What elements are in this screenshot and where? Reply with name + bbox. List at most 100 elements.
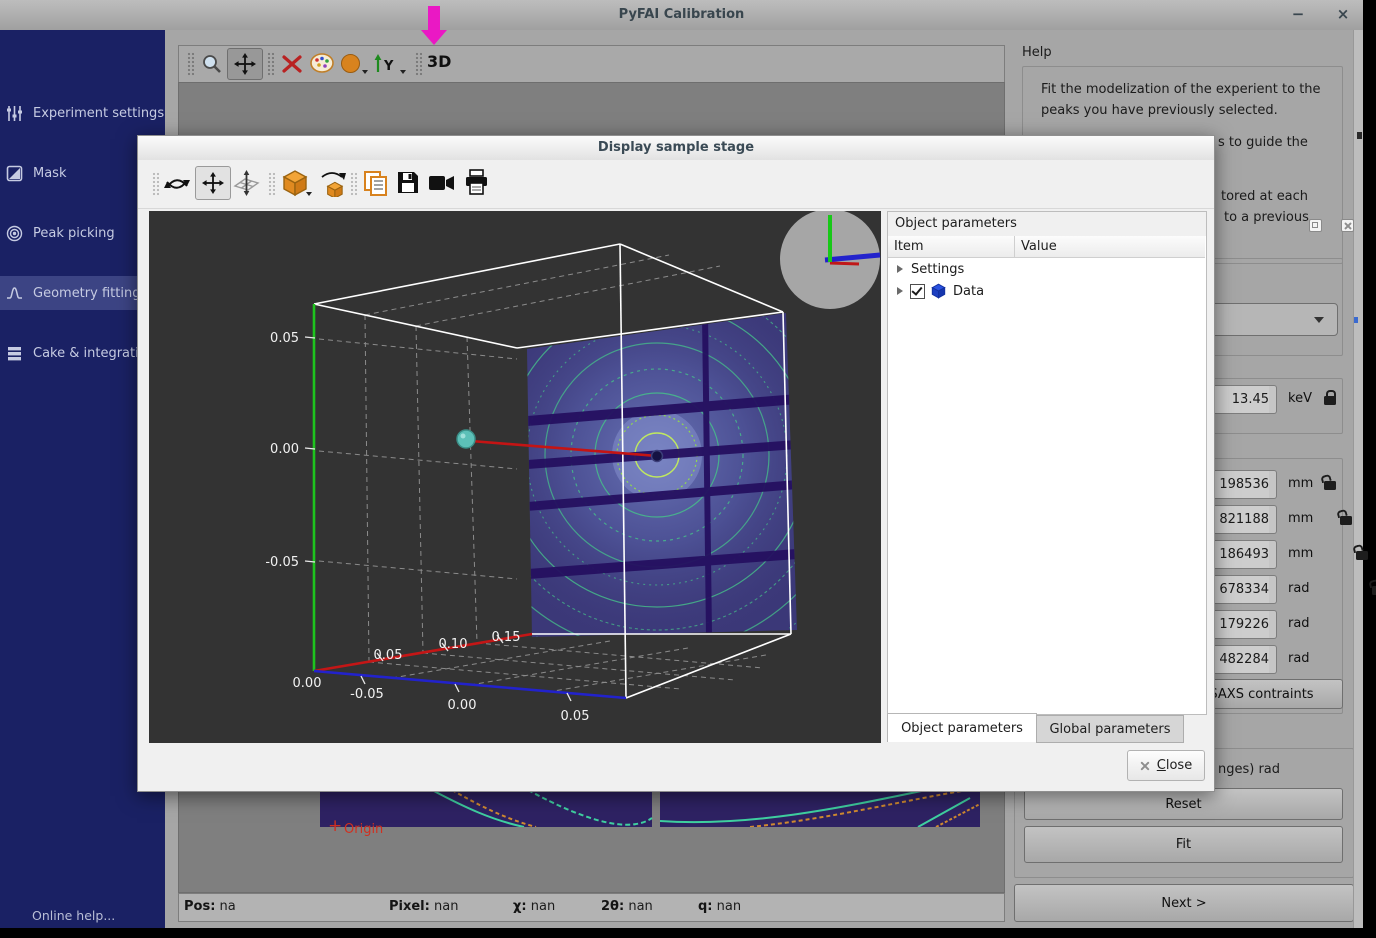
spin-buttons[interactable] [1269, 610, 1277, 639]
bounding-box-caret[interactable] [306, 192, 312, 196]
y-axis-scale-icon[interactable]: Y [371, 53, 397, 75]
pan-view-button[interactable] [195, 166, 231, 200]
z-tick-label: 0.05 [561, 709, 590, 724]
tab-global-parameters[interactable]: Global parameters [1036, 715, 1184, 743]
orientation-gizmo[interactable] [780, 211, 880, 309]
status-q: q: nan [698, 899, 741, 914]
dialog-toolbar [138, 160, 1214, 209]
unit-label: mm [1288, 546, 1313, 561]
lock-icon[interactable] [1324, 481, 1336, 490]
x-tick-label: 0.10 [439, 637, 468, 652]
lock-icon[interactable] [1372, 586, 1376, 595]
spin-buttons[interactable] [1269, 505, 1277, 534]
remove-icon[interactable] [281, 54, 303, 74]
dialog-title: Display sample stage [138, 136, 1214, 160]
column-header-value[interactable]: Value [1015, 236, 1205, 258]
spin-buttons[interactable] [1269, 575, 1277, 604]
rotate-scene-icon[interactable] [318, 170, 346, 197]
origin-marker-cross: + [328, 816, 342, 836]
toolbar-grip[interactable] [187, 52, 194, 76]
data-visibility-checkbox[interactable] [910, 284, 925, 299]
plane-clip-icon[interactable] [233, 170, 260, 196]
scene-3d-view[interactable]: 0.05 0.00 -0.05 0.05 0.10 0.15 0.00 -0.0… [149, 211, 881, 743]
main-toolbar: Y 3D [178, 45, 1005, 83]
view-3d-button[interactable]: 3D [427, 52, 451, 71]
toolbar-grip[interactable] [152, 172, 159, 196]
y-tick-label: 0.05 [270, 331, 299, 346]
sample-sphere-highlight [461, 434, 466, 439]
object-parameters-panel: Object parameters Item Value Settings Da… [887, 211, 1207, 715]
status-2theta: 2θ: nan [601, 899, 653, 914]
geometry-rows: 198536 mm 821188 mm 186493 mm 678334 rad… [0, 0, 93, 15]
pan-button[interactable] [227, 48, 263, 80]
energy-input[interactable]: 13.45 [1206, 385, 1274, 414]
energy-spin-buttons[interactable] [1269, 385, 1277, 414]
energy-lock-icon[interactable] [1324, 396, 1336, 405]
tab-object-parameters[interactable]: Object parameters [887, 713, 1037, 742]
pan-icon [234, 53, 256, 75]
svg-text:Y: Y [383, 59, 394, 74]
colormap-palette-icon[interactable] [309, 52, 335, 74]
spin-buttons[interactable] [1269, 540, 1277, 569]
help-line: Fit the modelization of the experient to… [1041, 82, 1321, 97]
print-icon[interactable] [464, 169, 489, 196]
reset-button[interactable]: Reset [1024, 788, 1343, 820]
layers-icon [6, 345, 23, 362]
statusbar: Pos: na Pixel: nan χ: nan 2θ: nan q: nan [178, 893, 1005, 922]
marker-color-icon[interactable] [341, 54, 360, 73]
zoom-icon[interactable] [201, 53, 223, 75]
expand-arrow-icon[interactable] [897, 287, 903, 295]
toolbar-grip[interactable] [267, 52, 274, 76]
float-panel-icon[interactable] [1309, 219, 1322, 232]
sidebar-item-experiment-settings[interactable]: Experiment settings [0, 96, 171, 130]
spin-buttons[interactable] [1269, 470, 1277, 499]
toolbar-grip[interactable] [415, 52, 422, 76]
toolbar-grip[interactable] [268, 172, 275, 196]
lock-icon[interactable] [1356, 551, 1368, 560]
status-pos: Pos: na [184, 899, 236, 914]
tree-row-data[interactable]: Data [888, 280, 1206, 302]
column-header-item[interactable]: Item [888, 236, 1015, 258]
unit-label: rad [1288, 616, 1310, 631]
save-icon[interactable] [396, 170, 420, 195]
video-record-icon[interactable] [428, 174, 456, 192]
sidebar-item-label: Mask [33, 166, 66, 181]
panel-title: Object parameters [888, 216, 1017, 231]
dialog-titlebar[interactable]: Display sample stage [138, 136, 1214, 161]
scrollbar-mark [1357, 132, 1362, 139]
poni2-input[interactable]: 186493 [1206, 540, 1274, 569]
energy-unit: keV [1288, 391, 1312, 406]
close-button[interactable]: × [1333, 0, 1353, 28]
close-panel-icon[interactable] [1341, 219, 1354, 232]
minimize-button[interactable]: − [1288, 0, 1308, 28]
rot2-input[interactable]: 179226 [1206, 610, 1274, 639]
online-help-link[interactable]: Online help... [32, 908, 115, 923]
sidebar-item-label: Experiment settings [33, 106, 164, 121]
status-pixel: Pixel: nan [389, 899, 458, 914]
unit-label: mm [1288, 476, 1313, 491]
annotation-arrow [420, 6, 448, 46]
poni1-input[interactable]: 821188 [1206, 505, 1274, 534]
next-button[interactable]: Next > [1014, 884, 1354, 922]
help-title: Help [1022, 45, 1052, 60]
marker-dropdown-caret[interactable] [362, 70, 368, 74]
dialog-close-button[interactable]: Close [1127, 750, 1205, 781]
expand-arrow-icon[interactable] [897, 265, 903, 273]
fit-button[interactable]: Fit [1024, 826, 1343, 863]
tree-row-settings[interactable]: Settings [888, 258, 1206, 280]
lock-icon[interactable] [1340, 516, 1352, 525]
help-line: peaks you have previously selected. [1041, 103, 1278, 118]
y-axis-dropdown-caret[interactable] [400, 70, 406, 74]
x-tick-label: 0.05 [374, 648, 403, 663]
toolbar-grip[interactable] [350, 172, 357, 196]
combobox-caret [1314, 317, 1324, 323]
rot1-input[interactable]: 678334 [1206, 575, 1274, 604]
z-tick-label: -0.05 [350, 687, 384, 702]
copy-snapshot-icon[interactable] [362, 170, 388, 196]
screen-edge-right [1363, 0, 1376, 938]
target-icon [6, 225, 23, 242]
spin-buttons[interactable] [1269, 645, 1277, 674]
distance-input[interactable]: 198536 [1206, 470, 1274, 499]
rotate-view-icon[interactable] [164, 172, 190, 196]
rot3-input[interactable]: 482284 [1206, 645, 1274, 674]
